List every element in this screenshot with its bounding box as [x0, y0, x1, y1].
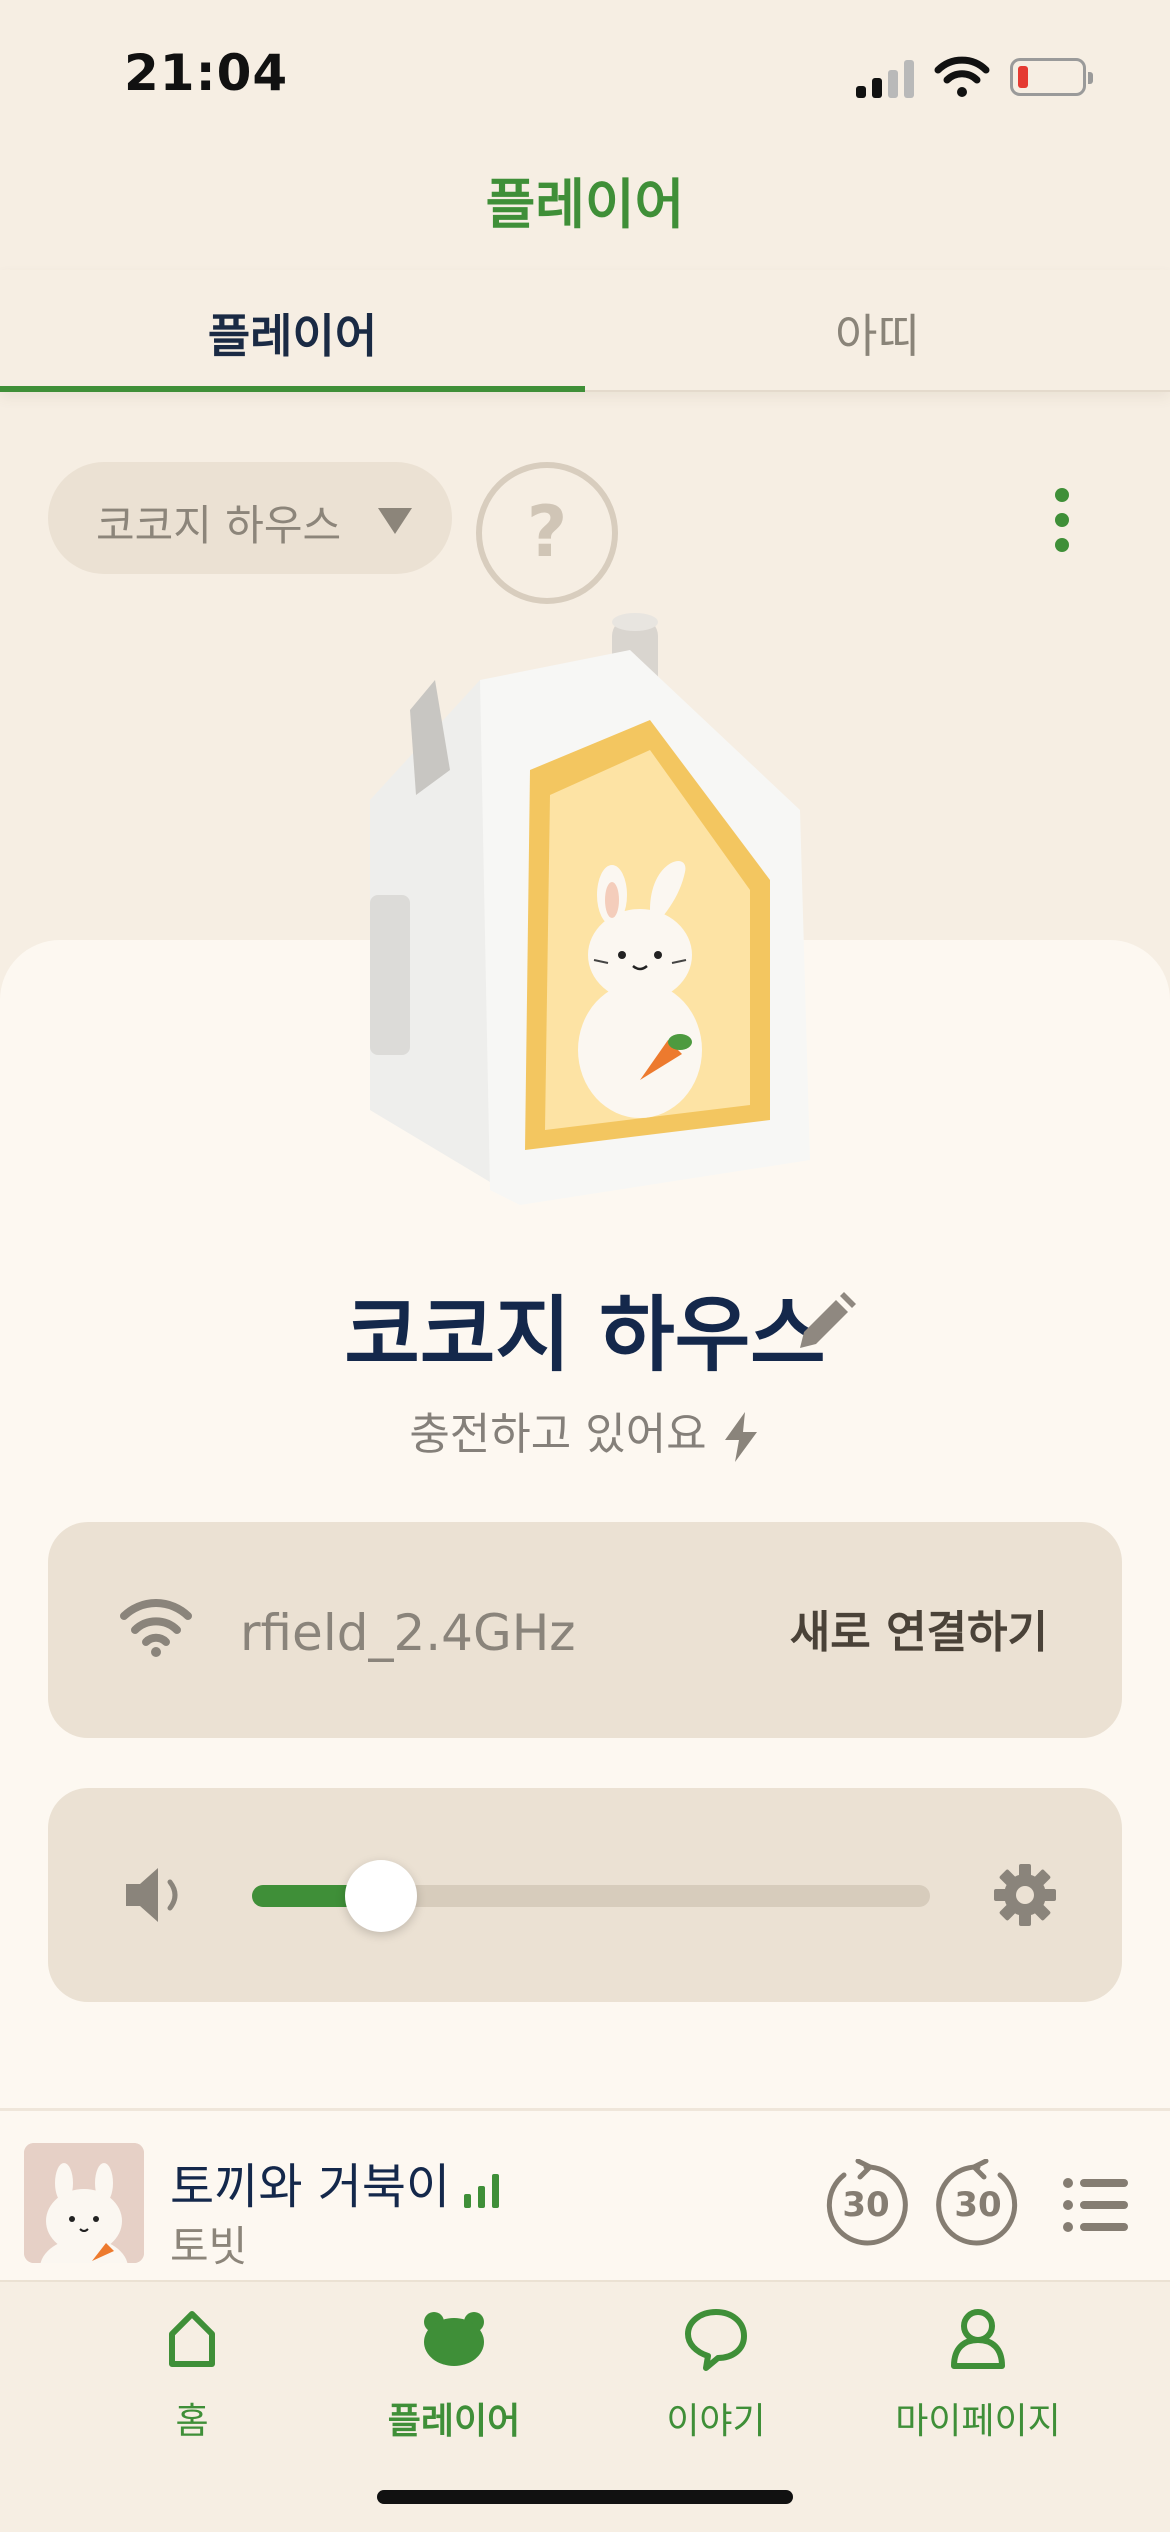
device-selector-label: 코코지 하우스: [96, 501, 342, 550]
cellular-signal-icon: [856, 58, 916, 98]
playlist-icon[interactable]: [1062, 2175, 1130, 2235]
volume-slider[interactable]: [252, 1860, 930, 1932]
forward-label: 30: [954, 2185, 1002, 2225]
nav-mypage[interactable]: 마이페이지: [832, 2304, 1124, 2444]
home-icon: [169, 2311, 215, 2367]
bear-icon: [424, 2312, 484, 2366]
tab-bar: 플레이어 아띠: [0, 270, 1170, 392]
page-title: 플레이어: [485, 173, 685, 236]
volume-card: [48, 1788, 1122, 2002]
wifi-status-icon: [934, 54, 990, 98]
lightning-icon: [721, 1410, 761, 1464]
speaker-icon: [122, 1864, 192, 1926]
device-selector-dropdown[interactable]: 코코지 하우스: [48, 462, 452, 574]
wifi-icon: [118, 1594, 194, 1658]
tab-atti[interactable]: 아띠: [585, 300, 1170, 366]
chat-bubble-icon: [685, 2309, 747, 2371]
house-device-image: [350, 610, 830, 1210]
battery-icon: [1010, 58, 1093, 96]
track-artist: 토빗: [170, 2222, 248, 2271]
pencil-icon[interactable]: [790, 1288, 860, 1358]
equalizer-icon: [464, 2172, 504, 2208]
reconnect-button[interactable]: 새로 연결하기: [790, 1596, 1048, 1660]
battery-level: [1018, 66, 1028, 88]
nav-home[interactable]: 홈: [46, 2304, 338, 2444]
nav-stories[interactable]: 이야기: [570, 2304, 862, 2444]
nav-stories-label: 이야기: [666, 2401, 766, 2442]
charging-status-text: 충전하고 있어요: [409, 1409, 707, 1460]
device-name: 코코지 하우스: [344, 1288, 826, 1383]
gear-icon[interactable]: [992, 1862, 1058, 1928]
caret-down-icon: [378, 508, 412, 534]
active-tab-indicator: [0, 386, 585, 392]
wifi-ssid: rfield_2.4GHz: [240, 1604, 576, 1662]
charging-status: 충전하고 있어요: [0, 1398, 1170, 1464]
mini-player[interactable]: 토끼와 거북이 토빗 30 30: [0, 2108, 1170, 2282]
help-button[interactable]: ?: [476, 462, 618, 604]
tab-player[interactable]: 플레이어: [0, 300, 585, 366]
nav-player-label: 플레이어: [387, 2401, 521, 2442]
rewind-30-button[interactable]: 30: [820, 2158, 912, 2251]
more-options-icon[interactable]: [1040, 480, 1084, 560]
nav-mypage-label: 마이페이지: [895, 2401, 1061, 2442]
home-indicator: [377, 2490, 793, 2504]
rewind-label: 30: [842, 2185, 890, 2225]
forward-30-button[interactable]: 30: [932, 2158, 1024, 2251]
track-title-text: 토끼와 거북이: [170, 2159, 451, 2215]
wifi-connection-card: rfield_2.4GHz 새로 연결하기: [48, 1522, 1122, 1738]
track-title: 토끼와 거북이: [170, 2147, 504, 2217]
track-artwork: [24, 2143, 144, 2263]
nav-home-label: 홈: [175, 2401, 209, 2442]
status-time: 21:04: [124, 44, 289, 102]
nav-player[interactable]: 플레이어: [308, 2304, 600, 2444]
person-icon: [951, 2309, 1005, 2369]
volume-slider-thumb[interactable]: [344, 1860, 417, 1932]
